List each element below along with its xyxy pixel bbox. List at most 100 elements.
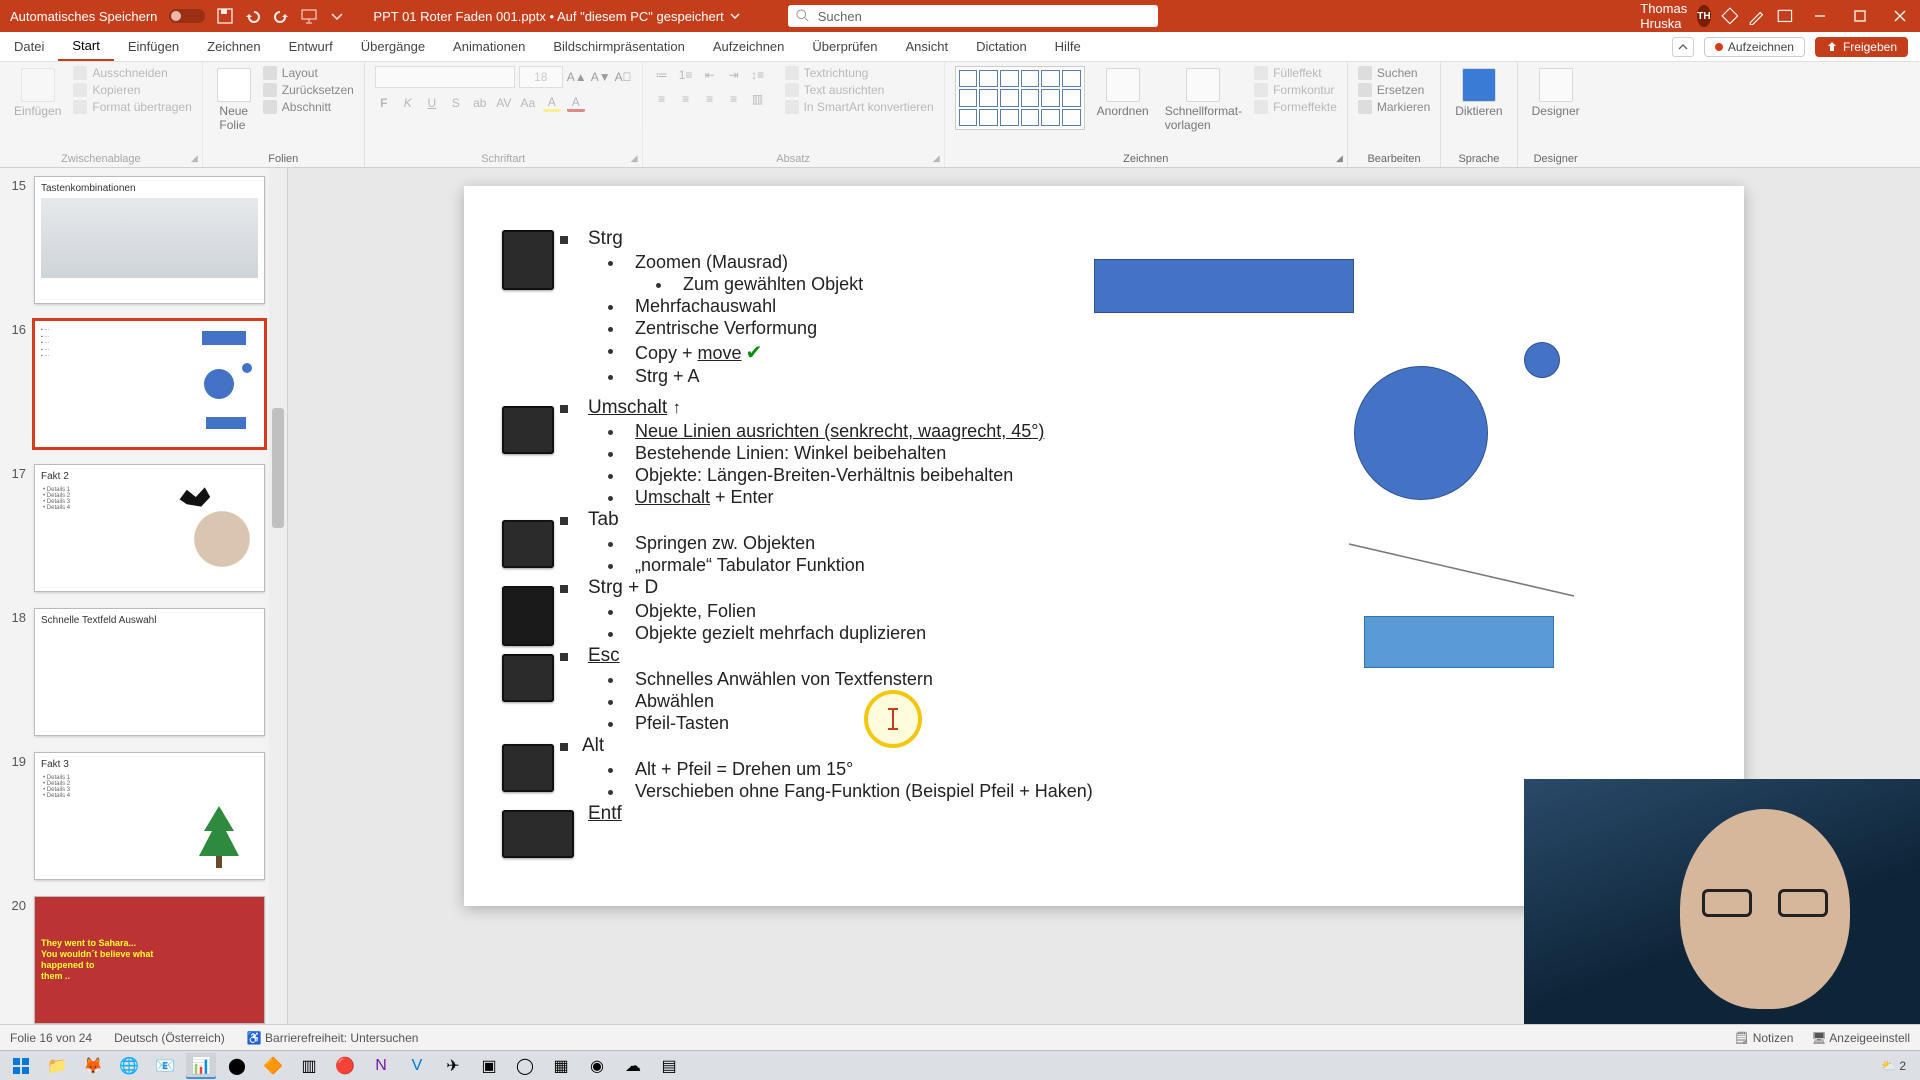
dialog-launcher-icon[interactable]: ◢ [933, 153, 940, 164]
tab-ansicht[interactable]: Ansicht [891, 32, 962, 61]
slideshow-start-icon[interactable] [301, 8, 317, 24]
indent-icon[interactable]: ⇥ [725, 66, 743, 84]
save-icon[interactable] [217, 8, 233, 24]
dialog-launcher-icon[interactable]: ◢ [1336, 153, 1343, 164]
section-button[interactable]: Abschnitt [263, 100, 354, 114]
format-painter-button[interactable]: Format übertragen [73, 100, 191, 114]
redo-icon[interactable] [273, 8, 289, 24]
app5-icon[interactable]: ◯ [510, 1053, 540, 1079]
app6-icon[interactable]: ▦ [546, 1053, 576, 1079]
start-button[interactable] [6, 1053, 36, 1079]
font-size-combo[interactable]: 18 [519, 66, 563, 88]
clear-format-icon[interactable]: A⃠ [615, 70, 632, 84]
status-language[interactable]: Deutsch (Österreich) [114, 1031, 225, 1045]
font-family-combo[interactable] [375, 66, 515, 88]
shape-rect-bottom[interactable] [1364, 616, 1554, 668]
powerpoint-icon[interactable]: 📊 [186, 1053, 216, 1079]
align-center-icon[interactable]: ≡ [677, 90, 695, 108]
font-color-button[interactable]: A [567, 94, 585, 112]
pen-icon[interactable] [1748, 7, 1766, 25]
status-notes[interactable]: 🗒 Notizen [1734, 1031, 1793, 1045]
thumb-16[interactable]: 16 ▪ ···▪ ···▪ ···▪ ···▪ ··· [0, 312, 287, 456]
app4-icon[interactable]: ▣ [474, 1053, 504, 1079]
align-left-icon[interactable]: ≡ [653, 90, 671, 108]
underline-button[interactable]: U [423, 94, 441, 112]
status-slide[interactable]: Folie 16 von 24 [10, 1031, 92, 1045]
shape-line[interactable] [1344, 536, 1584, 606]
chrome-icon[interactable]: 🌐 [114, 1053, 144, 1079]
bold-button[interactable]: F [375, 94, 393, 112]
text-align-button[interactable]: Text ausrichten [785, 83, 934, 97]
tab-start[interactable]: Start [58, 32, 113, 61]
shadow-button[interactable]: ab [471, 94, 489, 112]
find-button[interactable]: Suchen [1358, 66, 1430, 80]
diamond-icon[interactable] [1721, 7, 1739, 25]
quick-styles-button[interactable]: Schnellformat- vorlagen [1161, 66, 1246, 134]
record-button[interactable]: Aufzeichnen [1704, 37, 1805, 57]
dictate-button[interactable]: Diktieren [1451, 66, 1506, 120]
numbering-icon[interactable]: 1≡ [677, 66, 695, 84]
thumb-18[interactable]: 18 Schnelle Textfeld Auswahl [0, 600, 287, 744]
shape-effects-button[interactable]: Formeffekte [1254, 100, 1337, 114]
grow-font-icon[interactable]: A▲ [567, 70, 587, 84]
app3-icon[interactable]: 🔴 [330, 1053, 360, 1079]
replace-button[interactable]: Ersetzen [1358, 83, 1430, 97]
telegram-icon[interactable]: ✈ [438, 1053, 468, 1079]
reset-button[interactable]: Zurücksetzen [263, 83, 354, 97]
autosave-toggle[interactable] [169, 9, 205, 23]
app9-icon[interactable]: ▤ [654, 1053, 684, 1079]
italic-button[interactable]: K [399, 94, 417, 112]
layout-button[interactable]: Layout [263, 66, 354, 80]
shape-circle-small[interactable] [1524, 342, 1560, 378]
user-name[interactable]: Thomas Hruska [1640, 1, 1687, 31]
minimize-button[interactable] [1800, 0, 1840, 32]
app2-icon[interactable]: ▥ [294, 1053, 324, 1079]
share-button[interactable]: Freigeben [1815, 37, 1908, 57]
slide-thumbnails[interactable]: 15 Tastenkombinationen 16 ▪ ···▪ ···▪ ··… [0, 168, 288, 1024]
tab-hilfe[interactable]: Hilfe [1041, 32, 1095, 61]
tab-entwurf[interactable]: Entwurf [275, 32, 347, 61]
status-accessibility[interactable]: ♿ Barrierefreiheit: Untersuchen [247, 1031, 419, 1045]
app7-icon[interactable]: ◉ [582, 1053, 612, 1079]
document-title[interactable]: PPT 01 Roter Faden 001.pptx • Auf "diese… [355, 9, 757, 24]
shape-circle-large[interactable] [1354, 366, 1488, 500]
strike-button[interactable]: S [447, 94, 465, 112]
status-display[interactable]: 🖥 Anzeigeeinstell [1811, 1031, 1910, 1045]
outlook-icon[interactable]: 📧 [150, 1053, 180, 1079]
case-button[interactable]: Aa [519, 94, 537, 112]
line-spacing-icon[interactable]: ↕≡ [749, 66, 767, 84]
outdent-icon[interactable]: ⇤ [701, 66, 719, 84]
vlc-icon[interactable]: 🔶 [258, 1053, 288, 1079]
shapes-gallery[interactable] [955, 66, 1085, 130]
search-box[interactable]: Suchen [788, 5, 1158, 27]
undo-icon[interactable] [245, 8, 261, 24]
user-avatar[interactable]: TH [1697, 5, 1710, 27]
maximize-button[interactable] [1840, 0, 1880, 32]
weather-icon[interactable]: ⛅ 2 [1881, 1059, 1906, 1073]
firefox-icon[interactable]: 🦊 [78, 1053, 108, 1079]
columns-icon[interactable]: ▥ [749, 90, 767, 108]
app8-icon[interactable]: ☁ [618, 1053, 648, 1079]
thumb-scrollbar[interactable] [269, 168, 287, 1024]
paste-button[interactable]: Einfügen [10, 66, 65, 120]
justify-icon[interactable]: ≡ [725, 90, 743, 108]
vscode-icon[interactable]: V [402, 1053, 432, 1079]
tab-uebergaenge[interactable]: Übergänge [347, 32, 439, 61]
spacing-button[interactable]: AV [495, 94, 513, 112]
shape-outline-button[interactable]: Formkontur [1254, 83, 1337, 97]
designer-button[interactable]: Designer [1528, 66, 1584, 120]
onenote-icon[interactable]: N [366, 1053, 396, 1079]
new-slide-button[interactable]: Neue Folie [213, 66, 255, 134]
dialog-launcher-icon[interactable]: ◢ [191, 153, 198, 164]
thumb-15[interactable]: 15 Tastenkombinationen [0, 168, 287, 312]
system-tray[interactable]: ⛅ 2 [1881, 1059, 1914, 1073]
more-qat-icon[interactable] [329, 8, 345, 24]
text-direction-button[interactable]: Textrichtung [785, 66, 934, 80]
app-icon[interactable]: ⬤ [222, 1053, 252, 1079]
tab-dictation[interactable]: Dictation [962, 32, 1041, 61]
align-right-icon[interactable]: ≡ [701, 90, 719, 108]
tab-ueberpruefen[interactable]: Überprüfen [798, 32, 891, 61]
tab-aufzeichnen[interactable]: Aufzeichnen [699, 32, 799, 61]
thumb-20[interactable]: 20 They went to Sahara...You wouldn´t be… [0, 888, 287, 1024]
slide-canvas[interactable]: Strg Zoomen (Mausrad) Zum gewählten Obje… [288, 168, 1920, 1024]
